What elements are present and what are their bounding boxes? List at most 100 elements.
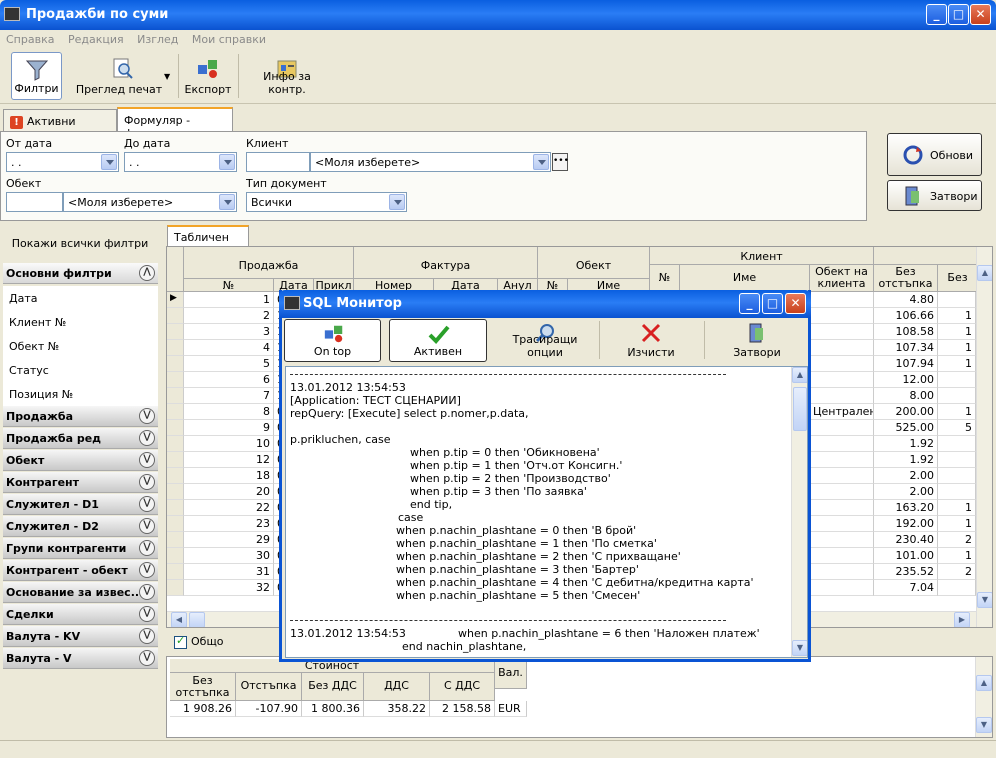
row-indicator[interactable] xyxy=(167,404,184,420)
cell-no-vat[interactable]: 1 xyxy=(938,500,976,516)
col-client-name[interactable]: Име xyxy=(680,265,810,292)
close-button[interactable]: ✕ xyxy=(785,293,806,314)
cell-client-object[interactable] xyxy=(810,500,874,516)
contractor-info-button[interactable]: Инфо за контр. xyxy=(244,52,330,100)
cell-no[interactable]: 4 xyxy=(184,340,274,356)
cell-no-discount[interactable]: 107.34 xyxy=(874,340,938,356)
cell-no[interactable]: 7 xyxy=(184,388,274,404)
print-preview-button[interactable]: Преглед печат ▼ xyxy=(72,52,174,100)
doc-type-select[interactable]: Всички xyxy=(246,192,407,212)
cell-no-vat[interactable] xyxy=(938,580,976,596)
cell-no[interactable]: 23 xyxy=(184,516,274,532)
cell-no-discount[interactable]: 163.20 xyxy=(874,500,938,516)
tab-table-view[interactable]: Табличен вид xyxy=(167,225,249,257)
cell-no[interactable]: 3 xyxy=(184,324,274,340)
scroll-thumb[interactable] xyxy=(189,612,205,627)
cell-client-object[interactable] xyxy=(810,452,874,468)
chevron-down-icon[interactable]: ▼ xyxy=(164,72,170,81)
menu-item-view[interactable]: Изглед xyxy=(137,33,178,46)
row-indicator[interactable] xyxy=(167,420,184,436)
menu-item-report[interactable]: Справка xyxy=(6,33,54,46)
tab-active-filters[interactable]: !Активни филтри xyxy=(3,109,117,142)
client-select[interactable]: <Моля изберете> xyxy=(310,152,551,172)
cell-no[interactable]: 8 xyxy=(184,404,274,420)
app-icon[interactable] xyxy=(4,7,20,21)
cell-no-discount[interactable]: 200.00 xyxy=(874,404,938,420)
group-filter-4[interactable]: Контрагент ⋁ xyxy=(3,472,158,493)
cell-no-discount[interactable]: 525.00 xyxy=(874,420,938,436)
cell-client-object[interactable] xyxy=(810,324,874,340)
maximize-button[interactable]: □ xyxy=(948,4,969,25)
scroll-down-icon[interactable]: ▼ xyxy=(792,640,807,656)
tab-form-filters[interactable]: Формуляр - филтри xyxy=(117,107,233,140)
row-indicator[interactable]: ▶ xyxy=(167,292,184,308)
chevron-down-icon[interactable]: ⋁ xyxy=(139,540,155,556)
object-number-input[interactable] xyxy=(6,192,63,212)
cell-client-object[interactable] xyxy=(810,356,874,372)
chevron-down-icon[interactable]: ⋁ xyxy=(139,408,155,424)
cell-client-object[interactable] xyxy=(810,340,874,356)
cell-no[interactable]: 30 xyxy=(184,548,274,564)
cell-no-discount[interactable]: 106.66 xyxy=(874,308,938,324)
chevron-down-icon[interactable]: ⋁ xyxy=(139,628,155,644)
cell-client-object[interactable] xyxy=(810,484,874,500)
cell-client-object[interactable] xyxy=(810,420,874,436)
menu-item-my-reports[interactable]: Мои справки xyxy=(192,33,266,46)
chevron-down-icon[interactable]: ⋁ xyxy=(139,584,155,600)
cell-no[interactable]: 18 xyxy=(184,468,274,484)
checkbox-checked-icon[interactable] xyxy=(174,634,187,649)
scroll-up-icon[interactable]: ▲ xyxy=(977,265,992,281)
filter-item-object-no[interactable]: Обект № xyxy=(3,334,158,358)
col-no-discount[interactable]: Без отстъпка xyxy=(874,265,938,292)
row-indicator[interactable] xyxy=(167,340,184,356)
cell-no[interactable]: 12 xyxy=(184,452,274,468)
sql-close-button[interactable]: Затвори xyxy=(708,319,806,362)
row-indicator[interactable] xyxy=(167,548,184,564)
from-date-field[interactable]: . . xyxy=(6,152,119,172)
active-button[interactable]: Активен xyxy=(389,319,487,362)
cell-no-vat[interactable]: 1 xyxy=(938,516,976,532)
cell-client-object[interactable] xyxy=(810,564,874,580)
chevron-down-icon[interactable] xyxy=(389,194,405,210)
cell-client-object[interactable] xyxy=(810,548,874,564)
cell-no-discount[interactable]: 2.00 xyxy=(874,484,938,500)
cell-client-object[interactable] xyxy=(810,308,874,324)
row-indicator[interactable] xyxy=(167,372,184,388)
cell-no-discount[interactable]: 108.58 xyxy=(874,324,938,340)
chevron-down-icon[interactable]: ⋁ xyxy=(139,562,155,578)
group-filter-11[interactable]: Валута - KV ⋁ xyxy=(3,626,158,647)
cell-no-discount[interactable]: 192.00 xyxy=(874,516,938,532)
cell-client-object[interactable] xyxy=(810,532,874,548)
row-indicator[interactable] xyxy=(167,564,184,580)
row-indicator[interactable] xyxy=(167,580,184,596)
chevron-up-icon[interactable]: ⋀ xyxy=(139,265,155,281)
group-filter-7[interactable]: Групи контрагенти ⋁ xyxy=(3,538,158,559)
cell-no-vat[interactable]: 1 xyxy=(938,308,976,324)
cell-no-vat[interactable]: 2 xyxy=(938,564,976,580)
row-indicator[interactable] xyxy=(167,308,184,324)
group-filter-10[interactable]: Сделки ⋁ xyxy=(3,604,158,625)
col-client-object[interactable]: Обект на клиента xyxy=(810,265,874,292)
group-filter-6[interactable]: Служител - D2 ⋁ xyxy=(3,516,158,537)
cell-no-vat[interactable]: 1 xyxy=(938,324,976,340)
cell-no[interactable]: 6 xyxy=(184,372,274,388)
filters-button[interactable]: Филтри xyxy=(11,52,62,100)
cell-no-discount[interactable]: 7.04 xyxy=(874,580,938,596)
cell-no-vat[interactable] xyxy=(938,292,976,308)
group-filter-3[interactable]: Обект ⋁ xyxy=(3,450,158,471)
chevron-down-icon[interactable]: ⋁ xyxy=(139,606,155,622)
sql-log-output[interactable]: 13.01.2012 13:54:53 [Application: ТЕСТ СЦ… xyxy=(285,366,808,658)
cell-no[interactable]: 2 xyxy=(184,308,274,324)
cell-no-vat[interactable]: 2 xyxy=(938,532,976,548)
cell-no-vat[interactable] xyxy=(938,452,976,468)
minimize-button[interactable]: _ xyxy=(739,293,760,314)
chevron-down-icon[interactable] xyxy=(219,154,235,170)
cell-client-object[interactable] xyxy=(810,580,874,596)
filter-item-date[interactable]: Дата xyxy=(3,286,158,310)
chevron-down-icon[interactable]: ⋁ xyxy=(139,496,155,512)
cell-no-vat[interactable]: 1 xyxy=(938,404,976,420)
row-indicator[interactable] xyxy=(167,532,184,548)
cell-client-object[interactable]: Централен xyxy=(810,404,874,420)
cell-no-discount[interactable]: 2.00 xyxy=(874,468,938,484)
app-icon[interactable] xyxy=(284,296,300,310)
